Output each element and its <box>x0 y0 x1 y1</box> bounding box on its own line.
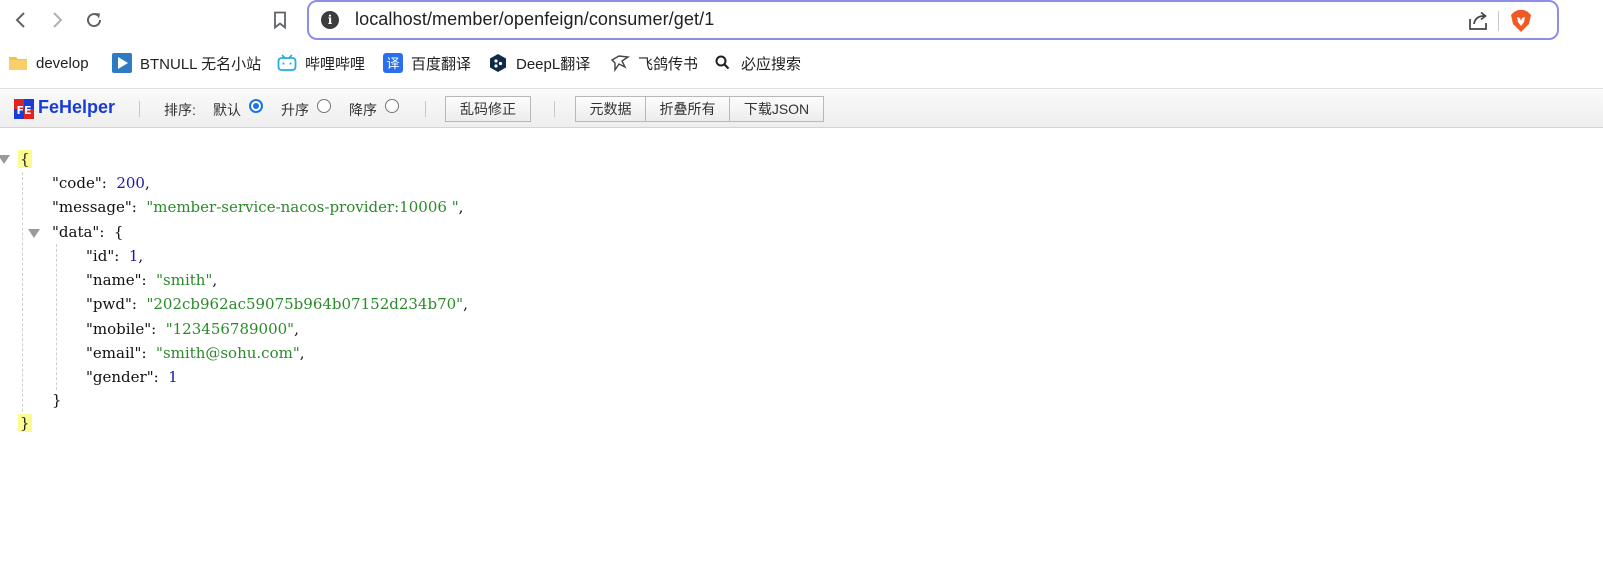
collapse-toggle-icon[interactable] <box>28 229 40 238</box>
download-json-button[interactable]: 下载JSON <box>729 96 824 122</box>
metadata-button[interactable]: 元数据 <box>575 96 646 122</box>
fehelper-logo-icon: FE <box>14 99 34 119</box>
bookmarks-bar: develop BTNULL 无名小站 哔哩哔哩 译 百度翻译 DeepL翻译 … <box>0 46 1603 80</box>
indent-guide <box>56 244 57 390</box>
bookmark-label: 飞鸽传书 <box>638 55 699 73</box>
browser-toolbar: i localhost/member/openfeign/consumer/ge… <box>0 0 1603 40</box>
reload-icon <box>87 13 102 28</box>
bookmark-feige[interactable]: 飞鸽传书 <box>610 50 698 76</box>
root-close-brace: } <box>18 414 32 432</box>
bookmark-deepl[interactable]: DeepL翻译 <box>488 50 590 76</box>
brave-shield-icon[interactable] <box>1510 9 1532 33</box>
indent-guide <box>22 172 23 422</box>
collapse-toggle-icon[interactable] <box>0 155 10 164</box>
json-key: mobile <box>92 320 145 338</box>
json-key: email <box>92 344 135 362</box>
address-bar[interactable]: i localhost/member/openfeign/consumer/ge… <box>307 0 1559 40</box>
json-number: 200 <box>116 174 145 192</box>
divider <box>1498 11 1499 31</box>
share-icon[interactable] <box>1467 10 1489 32</box>
sort-default-radio[interactable] <box>249 99 263 113</box>
data-close-brace: } <box>52 391 62 409</box>
json-key: pwd <box>92 295 125 313</box>
bookmark-label: BTNULL 无名小站 <box>140 55 262 73</box>
translate-icon: 译 <box>383 53 403 73</box>
back-button[interactable] <box>6 5 36 35</box>
site-info-icon[interactable]: i <box>321 11 339 29</box>
json-string: smith <box>163 271 206 289</box>
pigeon-icon <box>610 53 630 73</box>
collapse-all-button[interactable]: 折叠所有 <box>645 96 730 122</box>
sort-default-label: 默认 <box>213 102 241 118</box>
json-key: name <box>92 271 135 289</box>
fehelper-toolbar: FE FeHelper 排序: 默认 升序 降序 乱码修正 元数据 折叠所有 下… <box>0 88 1603 128</box>
json-key: code <box>58 174 95 192</box>
json-entry-message: "message": "member-service-nacos-provide… <box>52 198 464 216</box>
json-entry-id: "id": 1, <box>86 247 144 265</box>
forward-arrow-icon <box>53 12 63 28</box>
json-entry-mobile: "mobile": "123456789000", <box>86 320 299 338</box>
bilibili-icon <box>277 53 297 73</box>
json-number: 1 <box>128 247 139 265</box>
bookmark-develop[interactable]: develop <box>8 50 89 76</box>
reload-button[interactable] <box>79 5 109 35</box>
bookmark-bing[interactable]: 必应搜索 <box>713 50 801 76</box>
json-entry-pwd: "pwd": "202cb962ac59075b964b07152d234b70… <box>86 295 468 313</box>
bookmark-label: 必应搜索 <box>741 55 802 73</box>
root-open-brace: { <box>18 150 32 168</box>
json-entry-name: "name": "smith", <box>86 271 218 289</box>
play-icon <box>112 53 132 73</box>
bookmark-label: DeepL翻译 <box>516 55 591 73</box>
json-string: smith@sohu.com <box>162 344 293 362</box>
json-entry-code: "code": 200, <box>52 174 150 192</box>
fix-encoding-button[interactable]: 乱码修正 <box>445 96 531 122</box>
fehelper-title: FeHelper <box>38 97 116 117</box>
json-string: member-service-nacos-provider:10006 <box>153 198 452 216</box>
sort-asc-radio[interactable] <box>317 99 331 113</box>
json-key: message <box>58 198 125 216</box>
json-string: 123456789000 <box>172 320 288 338</box>
json-entry-email: "email": "smith@sohu.com", <box>86 344 305 362</box>
bookmark-label: 百度翻译 <box>411 55 472 73</box>
sort-label: 排序: <box>164 102 196 118</box>
bookmark-button[interactable] <box>265 5 295 35</box>
bookmark-baidu-translate[interactable]: 译 百度翻译 <box>383 50 471 76</box>
bookmark-bilibili[interactable]: 哔哩哔哩 <box>277 50 365 76</box>
json-viewer: { "code": 200, "message": "member-servic… <box>0 130 1603 562</box>
deepl-icon <box>488 53 508 73</box>
bookmark-label: develop <box>36 54 89 72</box>
bookmark-label: 哔哩哔哩 <box>305 55 366 73</box>
sort-desc-radio[interactable] <box>385 99 399 113</box>
sort-desc-label: 降序 <box>349 102 377 118</box>
json-key: id <box>92 247 108 265</box>
svg-text:译: 译 <box>386 57 399 72</box>
bookmark-icon <box>274 11 286 30</box>
bookmark-btnull[interactable]: BTNULL 无名小站 <box>112 50 261 76</box>
back-arrow-icon <box>15 12 25 28</box>
divider <box>139 101 140 117</box>
divider <box>554 101 555 117</box>
search-icon <box>713 53 733 73</box>
forward-button[interactable] <box>42 5 72 35</box>
json-entry-gender: "gender": 1 <box>86 368 178 386</box>
url-text[interactable]: localhost/member/openfeign/consumer/get/… <box>355 9 714 30</box>
json-key: gender <box>92 368 147 386</box>
divider <box>425 101 426 117</box>
json-entry-data: "data": { <box>52 223 124 241</box>
svg-text:FE: FE <box>16 104 31 117</box>
json-key: data <box>58 223 93 241</box>
folder-icon <box>8 53 28 73</box>
sort-asc-label: 升序 <box>281 102 309 118</box>
json-string: 202cb962ac59075b964b07152d234b70 <box>153 295 457 313</box>
json-number: 1 <box>168 368 178 386</box>
